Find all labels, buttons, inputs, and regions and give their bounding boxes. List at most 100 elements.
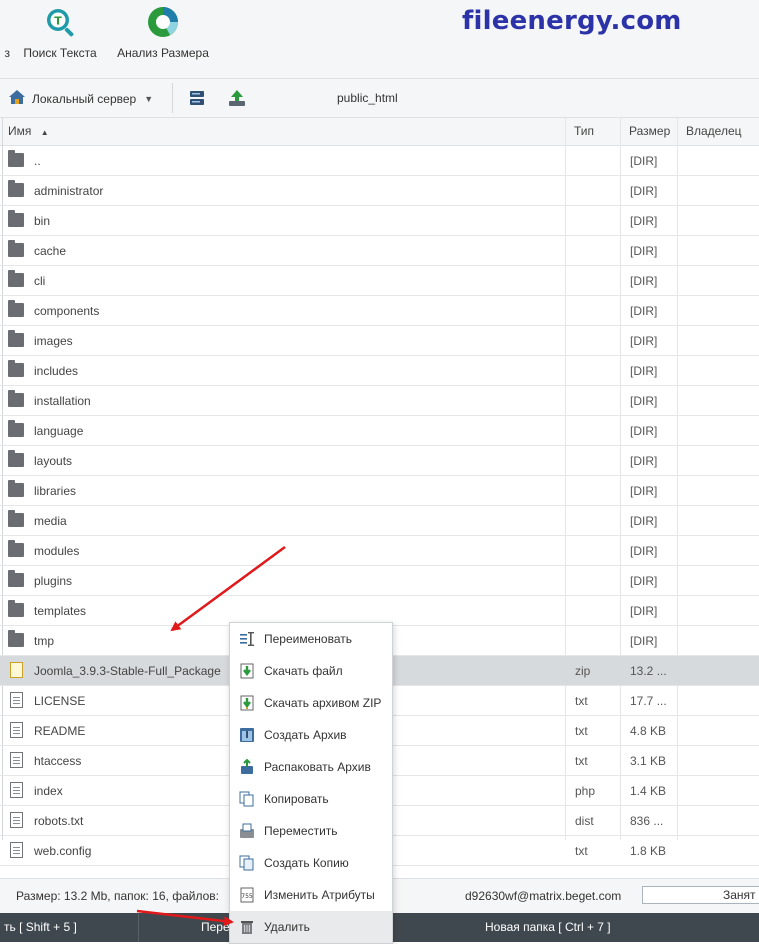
path-bar: Локальный сервер ▼ public_html [0, 79, 759, 118]
folder-icon [8, 450, 24, 467]
file-name: layouts [34, 454, 73, 468]
column-name-header[interactable]: Имя ▲ [0, 118, 565, 145]
file-name: index [34, 784, 63, 798]
file-name: libraries [34, 484, 77, 498]
file-size: [DIR] [630, 604, 658, 618]
search-text-button[interactable]: T Поиск Текста [20, 6, 100, 60]
file-name: plugins [34, 574, 73, 588]
file-name: includes [34, 364, 79, 378]
file-table-header: Имя ▲ Тип Размер Владелец [0, 118, 759, 146]
menu-item-label: Изменить Атрибуты [264, 888, 375, 902]
disk-usage-box: Занят [642, 886, 759, 904]
column-size-header[interactable]: Размер [620, 118, 677, 145]
current-path: public_html [337, 91, 398, 105]
file-type: txt [575, 754, 588, 768]
size-analysis-label: Анализ Размера [117, 46, 209, 60]
file-type: dist [575, 814, 594, 828]
column-name-label: Имя [8, 124, 32, 138]
file-name: README [34, 724, 86, 738]
bottom-button-1[interactable]: ть [ Shift + 5 ] [0, 913, 138, 942]
rename-icon [239, 631, 255, 647]
server-dropdown[interactable]: Локальный сервер ▼ [8, 89, 153, 108]
attributes-icon: 755 [239, 887, 255, 903]
copy-icon [239, 791, 255, 807]
file-name: tmp [34, 634, 55, 648]
file-size: [DIR] [630, 454, 658, 468]
file-size: [DIR] [630, 334, 658, 348]
file-name: modules [34, 544, 80, 558]
file-row[interactable]: administrator [DIR] [0, 176, 759, 206]
file-name: LICENSE [34, 694, 86, 708]
menu-item-label: Переместить [264, 824, 338, 838]
file-row[interactable]: includes [DIR] [0, 356, 759, 386]
size-analysis-button[interactable]: Анализ Размера [114, 6, 212, 60]
file-row[interactable]: bin [DIR] [0, 206, 759, 236]
context-menu: Переименовать Скачать файл Скачать архивом… [229, 622, 393, 944]
toolbar-button-partial[interactable]: з [0, 6, 10, 60]
new-folder-button[interactable]: Новая папка [ Ctrl + 7 ] [389, 913, 759, 942]
file-type: php [575, 784, 596, 798]
file-size: [DIR] [630, 364, 658, 378]
sort-asc-icon: ▲ [40, 128, 49, 137]
file-row[interactable]: plugins [DIR] [0, 566, 759, 596]
file-row[interactable]: components [DIR] [0, 296, 759, 326]
file-row[interactable]: language [DIR] [0, 416, 759, 446]
menu-item-duplicate[interactable]: Создать Копию [230, 847, 392, 879]
column-type-label: Тип [574, 124, 595, 138]
column-owner-label: Владелец [686, 124, 742, 138]
file-icon [10, 692, 23, 708]
file-row[interactable]: layouts [DIR] [0, 446, 759, 476]
server-drive-icon[interactable] [188, 89, 206, 107]
folder-icon [8, 540, 24, 557]
svg-text:T: T [54, 15, 62, 28]
zip-file-icon [10, 662, 23, 678]
file-row[interactable]: libraries [DIR] [0, 476, 759, 506]
duplicate-icon [239, 855, 255, 871]
search-text-label: Поиск Текста [23, 46, 97, 60]
folder-icon [8, 390, 24, 407]
menu-item-label: Переименовать [264, 632, 352, 646]
status-user: d92630wf@matrix.beget.com [465, 889, 622, 903]
menu-item-label: Распаковать Архив [264, 760, 371, 774]
download-zip-icon [239, 695, 255, 711]
folder-icon [8, 480, 24, 497]
menu-item-copy[interactable]: Копировать [230, 783, 392, 815]
folder-icon [8, 150, 24, 167]
file-row[interactable]: .. [DIR] [0, 146, 759, 176]
file-row[interactable]: cache [DIR] [0, 236, 759, 266]
file-row[interactable]: images [DIR] [0, 326, 759, 356]
upload-icon[interactable] [228, 89, 246, 107]
toolbar-partial-label: з [4, 46, 10, 60]
menu-item-download[interactable]: Скачать файл [230, 655, 392, 687]
file-row[interactable]: cli [DIR] [0, 266, 759, 296]
folder-icon [8, 420, 24, 437]
folder-icon [8, 240, 24, 257]
menu-item-unpack[interactable]: Распаковать Архив [230, 751, 392, 783]
file-size: 17.7 ... [630, 694, 667, 708]
file-name: cli [34, 274, 46, 288]
file-name: images [34, 334, 73, 348]
file-row[interactable]: installation [DIR] [0, 386, 759, 416]
folder-icon [8, 180, 24, 197]
file-size: [DIR] [630, 574, 658, 588]
file-type: txt [575, 844, 588, 858]
file-size: [DIR] [630, 634, 658, 648]
menu-item-label: Создать Архив [264, 728, 347, 742]
file-row[interactable]: modules [DIR] [0, 536, 759, 566]
menu-item-archive[interactable]: Создать Архив [230, 719, 392, 751]
column-type-header[interactable]: Тип [565, 118, 620, 145]
download-icon [239, 663, 255, 679]
file-type: zip [575, 664, 591, 678]
file-icon [10, 722, 23, 738]
menu-item-rename[interactable]: Переименовать [230, 623, 392, 655]
file-name: htaccess [34, 754, 82, 768]
menu-item-trash[interactable]: Удалить [230, 911, 392, 943]
file-name: robots.txt [34, 814, 84, 828]
column-owner-header[interactable]: Владелец [677, 118, 759, 145]
file-row[interactable]: media [DIR] [0, 506, 759, 536]
file-size: [DIR] [630, 484, 658, 498]
menu-item-download-zip[interactable]: Скачать архивом ZIP [230, 687, 392, 719]
menu-item-attributes[interactable]: 755 Изменить Атрибуты [230, 879, 392, 911]
menu-item-move[interactable]: Переместить [230, 815, 392, 847]
file-name: web.config [34, 844, 92, 858]
